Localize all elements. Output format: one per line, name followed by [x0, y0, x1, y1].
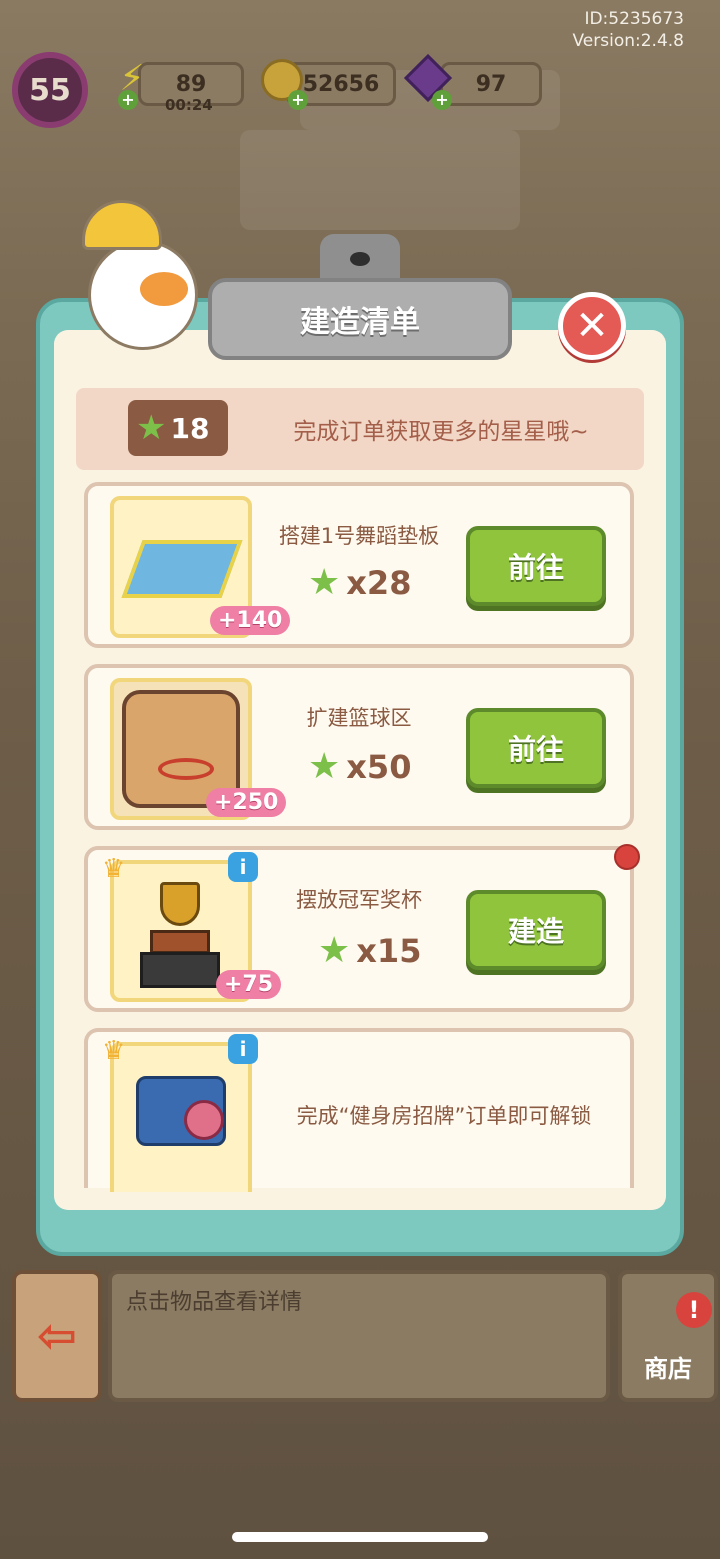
hard-hat-icon: [82, 200, 162, 250]
gym-sign-thumbnail[interactable]: [110, 1042, 252, 1192]
star-count: ★ 18: [128, 400, 228, 456]
add-energy-icon[interactable]: +: [118, 90, 138, 110]
gem-value: 97: [475, 71, 507, 97]
star-count-value: 18: [170, 411, 210, 445]
level-badge[interactable]: 55: [12, 52, 88, 128]
star-icon: ★: [308, 746, 341, 787]
unlock-hint: 完成“健身房招牌”订单即可解锁: [296, 1104, 592, 1128]
detail-placeholder: 点击物品查看详情: [126, 1290, 303, 1315]
bonus-badge: +140: [210, 606, 291, 635]
star-icon: ★: [308, 562, 341, 603]
version: Version:2.4.8: [572, 31, 685, 51]
task-card-3[interactable]: ♛ i +75 摆放冠军奖杯 ★ x15 建造: [84, 846, 634, 1012]
bonus-badge: +250: [206, 788, 287, 817]
shop-button[interactable]: 商店: [618, 1270, 718, 1402]
add-gem-icon[interactable]: +: [432, 90, 452, 110]
task-card-4-locked[interactable]: ♛ i 完成“健身房招牌”订单即可解锁: [84, 1028, 634, 1192]
bonus-badge: +75: [216, 970, 282, 999]
task-cost: ★ x28: [308, 562, 412, 603]
close-icon: ✕: [575, 303, 609, 349]
coin-value: 52656: [302, 71, 380, 97]
shop-label: 商店: [644, 1355, 692, 1383]
user-id: ID:5235673: [584, 9, 684, 29]
home-indicator[interactable]: [232, 1532, 488, 1542]
energy-value: 89: [175, 71, 207, 97]
info-icon[interactable]: i: [228, 852, 258, 882]
goto-button[interactable]: 前往: [466, 526, 606, 606]
device-info: ID:5235673 Version:2.4.8: [573, 8, 685, 52]
task-card-1[interactable]: +140 搭建1号舞蹈垫板 ★ x28 前往: [84, 482, 634, 648]
star-icon: ★: [136, 408, 167, 448]
crown-icon: ♛: [102, 1036, 126, 1066]
add-coin-icon[interactable]: +: [288, 90, 308, 110]
info-icon[interactable]: i: [228, 1034, 258, 1064]
shop-alert-icon: !: [676, 1292, 712, 1328]
build-button[interactable]: 建造: [466, 890, 606, 970]
bg-decor: [240, 130, 520, 230]
crown-icon: ♛: [102, 854, 126, 884]
task-cost: ★ x15: [318, 930, 422, 971]
task-card-2[interactable]: +250 扩建篮球区 ★ x50 前往: [84, 664, 634, 830]
panel-title: 建造清单: [208, 278, 512, 360]
task-title: 摆放冠军奖杯: [296, 888, 422, 912]
task-title: 扩建篮球区: [306, 706, 412, 730]
item-detail-box: 点击物品查看详情: [108, 1270, 610, 1402]
energy-timer: 00:24: [165, 96, 213, 114]
duck-mascot: [78, 200, 208, 360]
clipboard-header: 建造清单: [208, 234, 512, 360]
gem-counter[interactable]: 97: [440, 62, 542, 106]
goto-button[interactable]: 前往: [466, 708, 606, 788]
task-title: 搭建1号舞蹈垫板: [278, 524, 440, 548]
star-hint-text: 完成订单获取更多的星星哦~: [293, 419, 589, 445]
close-button[interactable]: ✕: [558, 292, 626, 360]
notification-dot: [614, 844, 640, 870]
task-cost: ★ x50: [308, 746, 412, 787]
exit-button[interactable]: ⇦: [12, 1270, 102, 1402]
star-icon: ★: [318, 930, 351, 971]
exit-icon: ⇦: [36, 1308, 78, 1364]
